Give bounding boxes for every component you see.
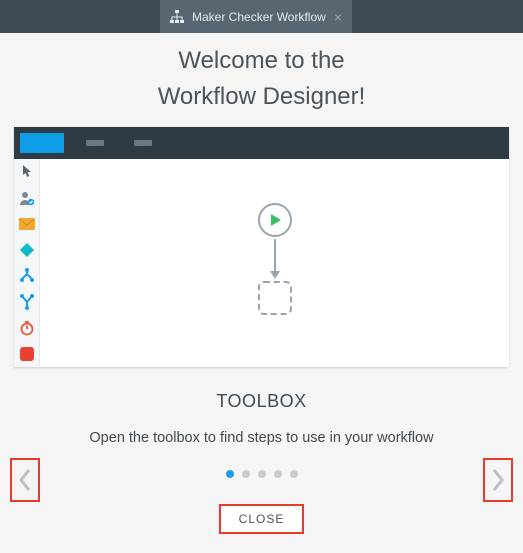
carousel-dot[interactable] xyxy=(226,470,234,478)
tab-bar: Maker Checker Workflow × xyxy=(0,0,523,33)
mail-icon xyxy=(18,215,36,233)
welcome-line2: Workflow Designer! xyxy=(0,79,523,115)
close-button[interactable]: CLOSE xyxy=(219,504,305,534)
carousel-dots xyxy=(0,470,523,478)
carousel-dot[interactable] xyxy=(258,470,266,478)
toolbox-strip xyxy=(14,159,40,367)
pointer-icon xyxy=(18,163,36,181)
diamond-icon xyxy=(18,241,36,259)
canvas xyxy=(40,159,509,367)
stop-icon xyxy=(18,345,36,363)
preview-tabstrip xyxy=(14,127,509,159)
welcome-line1: Welcome to the xyxy=(0,43,523,79)
flow-arrow xyxy=(274,239,276,273)
tab-label: Maker Checker Workflow xyxy=(192,10,326,24)
welcome-heading: Welcome to the Workflow Designer! xyxy=(0,33,523,121)
carousel-description: Open the toolbox to find steps to use in… xyxy=(0,430,523,446)
user-check-icon xyxy=(18,189,36,207)
start-node xyxy=(258,203,292,237)
carousel-dot[interactable] xyxy=(290,470,298,478)
merge-icon xyxy=(18,293,36,311)
split-icon xyxy=(18,267,36,285)
prev-button[interactable] xyxy=(10,458,40,502)
close-icon[interactable]: × xyxy=(334,10,342,24)
next-button[interactable] xyxy=(483,458,513,502)
preview-tab xyxy=(134,140,152,146)
workflow-icon xyxy=(170,10,184,24)
flow-arrow-head xyxy=(270,271,280,279)
preview-tab-active xyxy=(20,133,64,153)
drop-target xyxy=(258,281,292,315)
carousel-dot[interactable] xyxy=(242,470,250,478)
tab-workflow[interactable]: Maker Checker Workflow × xyxy=(160,0,352,33)
timer-icon xyxy=(18,319,36,337)
carousel-title: TOOLBOX xyxy=(0,391,523,412)
preview-tab xyxy=(86,140,104,146)
carousel-dot[interactable] xyxy=(274,470,282,478)
designer-preview xyxy=(14,127,509,367)
